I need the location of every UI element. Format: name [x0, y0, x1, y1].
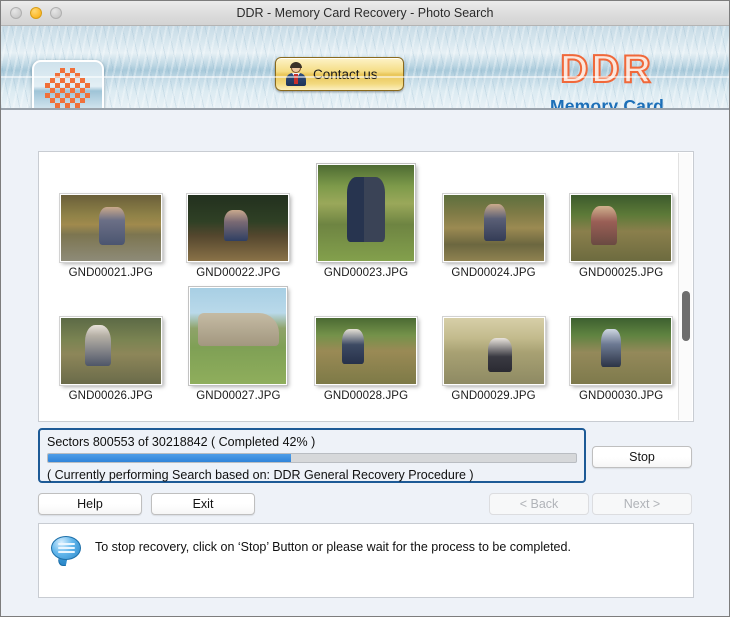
stop-button[interactable]: Stop	[592, 446, 692, 468]
photo-filename: GND00023.JPG	[323, 267, 409, 279]
progress-status-line: Sectors 800553 of 30218842 ( Completed 4…	[47, 435, 316, 449]
photo-filename: GND00030.JPG	[579, 390, 664, 402]
photo-results-panel: GND00021.JPG GND00022.JPG GND00023.JPG G…	[38, 151, 694, 422]
contact-us-button[interactable]: Contact us	[275, 57, 404, 91]
exit-button[interactable]: Exit	[151, 493, 255, 515]
info-message: To stop recovery, click on ‘Stop’ Button…	[95, 540, 571, 554]
progress-bar-fill	[48, 454, 291, 462]
app-icon	[32, 60, 104, 108]
photo-thumbnail[interactable]	[569, 316, 674, 386]
photo-filename: GND00026.JPG	[68, 390, 153, 402]
thumbnail-item-selected[interactable]: GND00027.JPG	[175, 279, 303, 402]
info-panel: To stop recovery, click on ‘Stop’ Button…	[38, 523, 694, 598]
thumbnail-item[interactable]: GND00029.JPG	[430, 279, 558, 402]
photo-thumbnail[interactable]	[58, 193, 163, 263]
brand-title: DDR	[559, 48, 654, 91]
speech-bubble-icon	[51, 536, 84, 566]
thumbnail-item[interactable]: GND00022.JPG	[175, 156, 303, 279]
title-bar: DDR - Memory Card Recovery - Photo Searc…	[1, 1, 729, 26]
progress-sub-line: ( Currently performing Search based on: …	[47, 468, 474, 482]
photo-filename: GND00022.JPG	[196, 267, 281, 279]
thumbnail-item[interactable]: GND00024.JPG	[430, 156, 558, 279]
photo-thumbnail[interactable]	[188, 286, 289, 386]
photo-thumbnail[interactable]	[441, 316, 546, 386]
main-body: GND00021.JPG GND00022.JPG GND00023.JPG G…	[1, 110, 729, 616]
thumbnail-item[interactable]: GND00026.JPG	[47, 279, 175, 402]
thumbnail-row: GND00021.JPG GND00022.JPG GND00023.JPG G…	[39, 156, 693, 279]
brand-subtitle: Memory Card	[549, 96, 665, 110]
thumbnail-item[interactable]: GND00030.JPG	[557, 279, 685, 402]
back-button: < Back	[489, 493, 589, 515]
progress-bar	[47, 453, 577, 463]
brand-block: DDR Memory Card	[507, 48, 707, 110]
photo-filename: GND00029.JPG	[451, 390, 536, 402]
memory-card-flower-icon	[45, 68, 91, 108]
window-title: DDR - Memory Card Recovery - Photo Searc…	[236, 6, 494, 20]
photo-thumbnail[interactable]	[313, 316, 418, 386]
contact-us-label: Contact us	[313, 66, 378, 82]
photo-filename: GND00025.JPG	[579, 267, 664, 279]
next-button: Next >	[592, 493, 692, 515]
vertical-scrollbar[interactable]	[678, 153, 692, 420]
photo-filename: GND00021.JPG	[68, 267, 153, 279]
photo-thumbnail[interactable]	[441, 193, 546, 263]
app-window: DDR - Memory Card Recovery - Photo Searc…	[0, 0, 730, 617]
photo-filename: GND00027.JPG	[196, 390, 281, 402]
photo-thumbnail[interactable]	[58, 316, 163, 386]
photo-thumbnail[interactable]	[569, 193, 674, 263]
header-banner: Contact us DDR Memory Card	[1, 26, 729, 110]
photo-thumbnail[interactable]	[315, 163, 416, 263]
photo-thumbnail[interactable]	[186, 193, 291, 263]
person-avatar-icon	[284, 62, 308, 86]
navigation-button-row: Help Exit < Back Next >	[38, 493, 694, 515]
scrollbar-thumb[interactable]	[682, 291, 690, 341]
photo-filename: GND00028.JPG	[323, 390, 409, 402]
thumbnail-item[interactable]: GND00028.JPG	[302, 279, 430, 402]
help-button[interactable]: Help	[38, 493, 142, 515]
progress-panel: Sectors 800553 of 30218842 ( Completed 4…	[38, 428, 586, 483]
thumbnail-row: GND00026.JPG GND00027.JPG GND00028.JPG G…	[39, 279, 693, 402]
thumbnail-item[interactable]: GND00025.JPG	[557, 156, 685, 279]
thumbnail-item[interactable]: GND00021.JPG	[47, 156, 175, 279]
photo-filename: GND00024.JPG	[451, 267, 536, 279]
thumbnail-item-selected[interactable]: GND00023.JPG	[302, 156, 430, 279]
